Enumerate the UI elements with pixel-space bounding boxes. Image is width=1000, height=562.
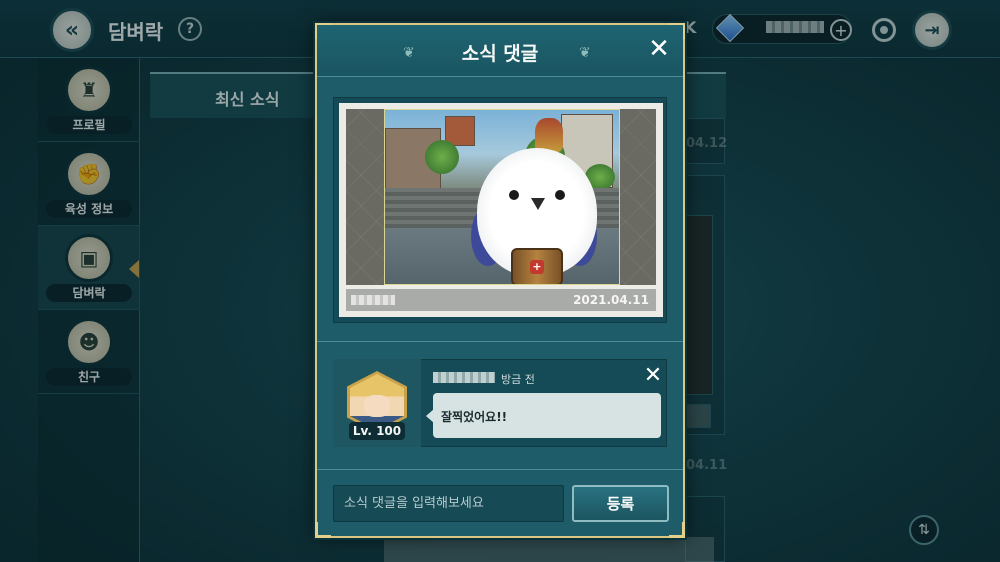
tree [425,140,459,174]
cross-icon: + [530,260,544,274]
rider-character [535,118,563,152]
delete-comment-icon[interactable]: ✕ [642,365,664,387]
leaf-ornament-icon: ❦ [579,45,591,61]
comment-time: 방금 전 [501,373,535,386]
divider [317,469,683,470]
submit-button[interactable]: 등록 [572,485,669,522]
bird-eye [509,190,519,200]
avatar-face [364,395,390,417]
commenter-name-blurred [433,372,495,383]
ornament-corner [669,522,685,538]
modal-header: ❦ 소식 댓글 ❦ ✕ [317,25,683,77]
post-author-blurred [351,295,395,305]
news-comment-modal: ❦ 소식 댓글 ❦ ✕ + 2021.04.11 Lv. 100 방금 전 ✕ … [315,23,685,538]
ornament-corner [315,522,331,538]
photo-scene: + [384,109,620,285]
level-badge: Lv. 100 [349,422,405,440]
comment-input[interactable] [333,485,564,522]
close-icon[interactable]: ✕ [647,36,671,62]
post-photo[interactable]: + [346,109,656,285]
bird-eye [555,190,565,200]
divider [317,341,683,342]
modal-title: 소식 댓글 [461,43,539,65]
bird-beak [531,198,545,210]
comment-text: 잘찍었어요!! [441,410,508,424]
post-date: 2021.04.11 [573,293,649,307]
